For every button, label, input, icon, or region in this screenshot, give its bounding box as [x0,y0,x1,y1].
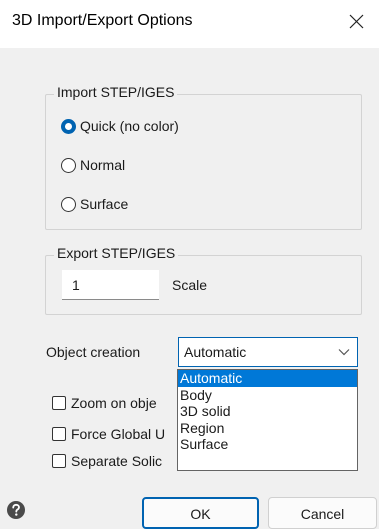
radio-surface-indicator [61,196,76,212]
object-creation-dropdown-list: Automatic Body 3D solid Region Surface [177,369,358,471]
separate-solids-box [52,454,66,468]
scale-label: Scale [172,277,208,293]
radio-normal-indicator [61,157,76,173]
radio-normal-label: Normal [80,157,126,173]
dropdown-option-region[interactable]: Region [178,420,357,437]
chevron-down-icon [338,349,350,356]
radio-quick-indicator [61,118,76,134]
dropdown-option-surface[interactable]: Surface [178,436,357,453]
cancel-button[interactable]: Cancel [268,497,377,529]
separate-solids-label: Separate Solic [71,453,163,469]
dropdown-option-automatic[interactable]: Automatic [178,370,357,387]
close-button[interactable] [333,0,379,44]
export-group-title: Export STEP/IGES [54,245,179,261]
close-icon [349,14,364,29]
radio-surface[interactable]: Surface [61,196,128,212]
radio-quick-label: Quick (no color) [80,118,179,134]
force-global-label: Force Global U [71,426,166,442]
object-creation-selected: Automatic [184,344,247,360]
help-icon[interactable] [6,500,26,520]
radio-normal[interactable]: Normal [61,157,125,173]
dropdown-option-body[interactable]: Body [178,387,357,404]
title-bar: 3D Import/Export Options [0,0,379,48]
zoom-on-objects-label: Zoom on obje [71,395,157,411]
object-creation-select[interactable]: Automatic [178,337,358,367]
radio-surface-label: Surface [80,196,129,212]
dialog-title: 3D Import/Export Options [12,12,193,29]
import-export-dialog: 3D Import/Export Options Import STEP/IGE… [0,0,379,529]
force-global-checkbox[interactable]: Force Global U [52,426,165,442]
scale-input[interactable] [62,270,159,300]
import-group-title: Import STEP/IGES [54,84,178,100]
object-creation-label: Object creation [46,344,141,360]
separate-solids-checkbox[interactable]: Separate Solic [52,453,162,469]
radio-quick[interactable]: Quick (no color) [61,118,179,134]
ok-button[interactable]: OK [142,497,259,529]
force-global-box [52,427,66,441]
dropdown-option-3d-solid[interactable]: 3D solid [178,403,357,420]
zoom-on-objects-checkbox[interactable]: Zoom on obje [52,395,157,411]
zoom-on-objects-box [52,396,66,410]
